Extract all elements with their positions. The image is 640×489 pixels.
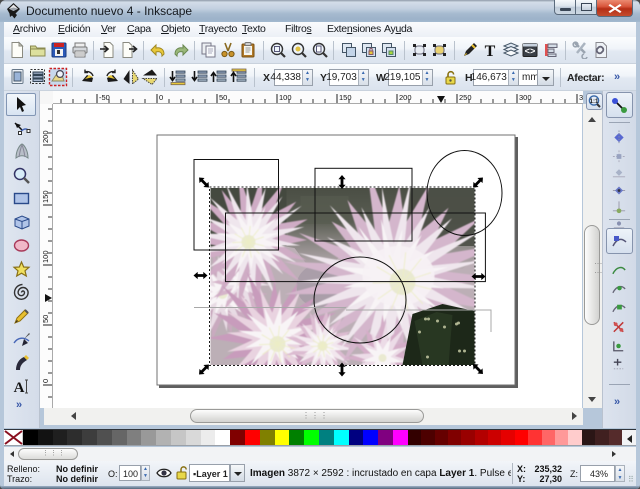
svg-text:0: 0: [159, 93, 163, 102]
svg-text:50: 50: [41, 315, 50, 323]
svg-text:200: 200: [41, 130, 50, 143]
svg-text:0: 0: [41, 379, 50, 383]
svg-text:A: A: [13, 380, 24, 396]
svg-text:250: 250: [459, 93, 472, 102]
svg-text:<>: <>: [525, 47, 536, 57]
svg-text:T: T: [485, 43, 496, 59]
svg-text:100: 100: [279, 93, 292, 102]
svg-text:300: 300: [519, 93, 532, 102]
svg-text:-50: -50: [99, 93, 110, 102]
svg-text:200: 200: [399, 93, 412, 102]
svg-text:50: 50: [219, 93, 227, 102]
svg-text:100: 100: [41, 250, 50, 263]
svg-text:150: 150: [41, 190, 50, 203]
svg-text:150: 150: [339, 93, 352, 102]
svg-text:350: 350: [579, 93, 583, 102]
